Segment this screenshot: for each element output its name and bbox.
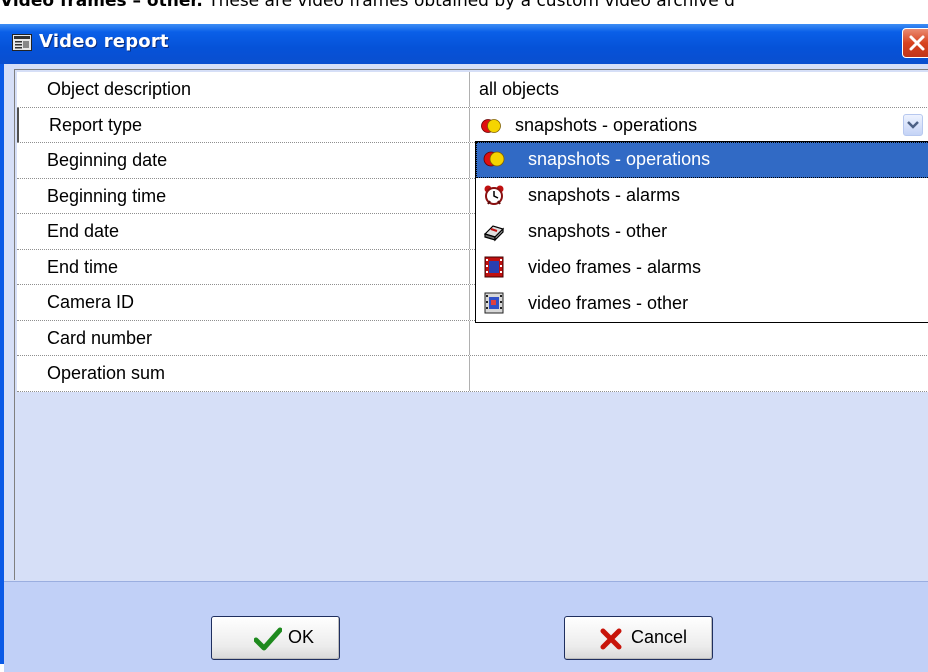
combo-dropdown-button[interactable] xyxy=(903,113,923,136)
film-other-icon xyxy=(484,292,504,314)
document-text-line: Video frames – other. These are video fr… xyxy=(0,0,928,11)
grid-row-object-description[interactable]: Object description all objects xyxy=(17,72,928,108)
row-label: Card number xyxy=(17,320,470,355)
chevron-down-icon xyxy=(907,120,919,129)
row-label: Beginning time xyxy=(17,178,470,213)
row-label: Beginning date xyxy=(17,143,470,178)
option-label: snapshots - operations xyxy=(528,149,711,169)
option-label: video frames - alarms xyxy=(528,257,702,277)
combo-selected-text: snapshots - operations xyxy=(515,114,698,135)
dropdown-option-snapshots-operations[interactable]: snapshots - operations xyxy=(476,142,928,178)
ok-button[interactable]: OK xyxy=(211,616,340,660)
video-report-window: Video report Object description all obje… xyxy=(0,24,928,672)
operations-icon xyxy=(483,151,505,167)
row-value[interactable] xyxy=(471,321,928,356)
window-title: Video report xyxy=(39,31,169,52)
row-label: Report type xyxy=(17,107,470,142)
row-label: End date xyxy=(17,214,470,249)
document-text: These are video frames obtained by a cus… xyxy=(202,0,735,11)
row-label: Camera ID xyxy=(17,285,470,320)
dropdown-option-snapshots-other[interactable]: snapshots - other xyxy=(476,214,928,250)
checkmark-icon xyxy=(254,627,282,651)
row-value[interactable] xyxy=(471,356,928,391)
option-label: snapshots - alarms xyxy=(528,185,681,205)
ok-button-label: OK xyxy=(288,627,315,647)
report-type-dropdown-list[interactable]: snapshots - operations snapshots - alarm… xyxy=(475,141,928,323)
grid-row-operation-sum[interactable]: Operation sum xyxy=(17,356,928,392)
eraser-icon xyxy=(483,225,505,242)
title-bar[interactable]: Video report xyxy=(0,24,928,64)
alarm-clock-icon xyxy=(484,185,504,205)
cancel-button-label: Cancel xyxy=(631,627,688,647)
dropdown-option-snapshots-alarms[interactable]: snapshots - alarms xyxy=(476,178,928,214)
row-label: End time xyxy=(17,249,470,284)
dropdown-option-video-frames-alarms[interactable]: video frames - alarms xyxy=(476,250,928,286)
grid-row-card-number[interactable]: Card number xyxy=(17,320,928,356)
grid-row-report-type[interactable]: Report type snapshots - operations xyxy=(17,107,928,143)
dialog-button-bar: OK Cancel xyxy=(4,581,928,672)
close-icon xyxy=(909,35,925,51)
report-window-icon xyxy=(12,34,32,51)
cross-icon xyxy=(600,628,622,650)
row-value[interactable]: all objects xyxy=(471,72,928,107)
film-alarm-icon xyxy=(484,256,504,278)
document-bold-lead: Video frames – other. xyxy=(0,0,203,11)
operations-icon xyxy=(481,118,501,133)
dropdown-option-video-frames-other[interactable]: video frames - other xyxy=(476,286,928,322)
option-label: snapshots - other xyxy=(528,221,668,241)
option-label: video frames - other xyxy=(528,293,689,313)
row-label: Object description xyxy=(17,72,470,107)
report-type-combo[interactable]: snapshots - operations xyxy=(471,108,928,143)
row-label: Operation sum xyxy=(17,356,470,391)
cancel-button[interactable]: Cancel xyxy=(564,616,713,660)
close-button[interactable] xyxy=(902,28,928,58)
